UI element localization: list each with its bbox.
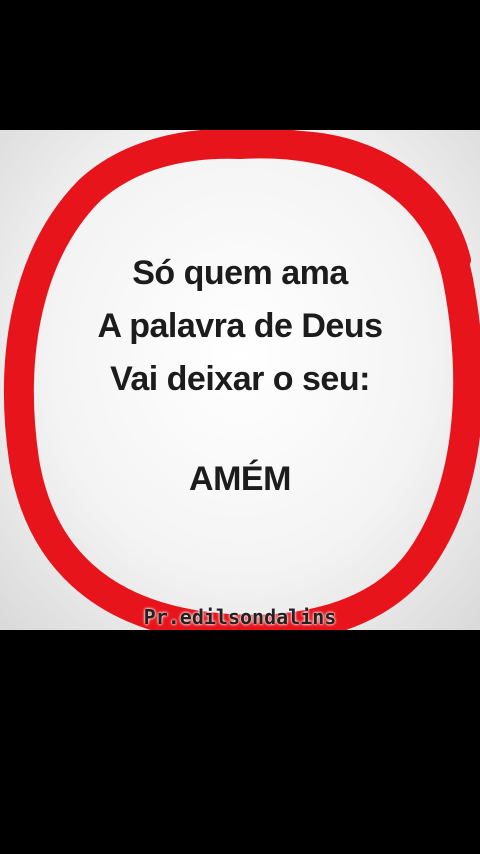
screen: Só quem ama A palavra de Deus Vai deixar… [0,0,480,854]
message-line-1: Só quem ama [132,254,348,292]
author-signature: Pr.edilsondalins [143,605,337,629]
message-image: Só quem ama A palavra de Deus Vai deixar… [0,130,480,630]
message-line-2: A palavra de Deus [97,307,383,345]
message-line-3: Vai deixar o seu: [110,360,370,398]
highlight-word: AMÉM [189,460,291,498]
